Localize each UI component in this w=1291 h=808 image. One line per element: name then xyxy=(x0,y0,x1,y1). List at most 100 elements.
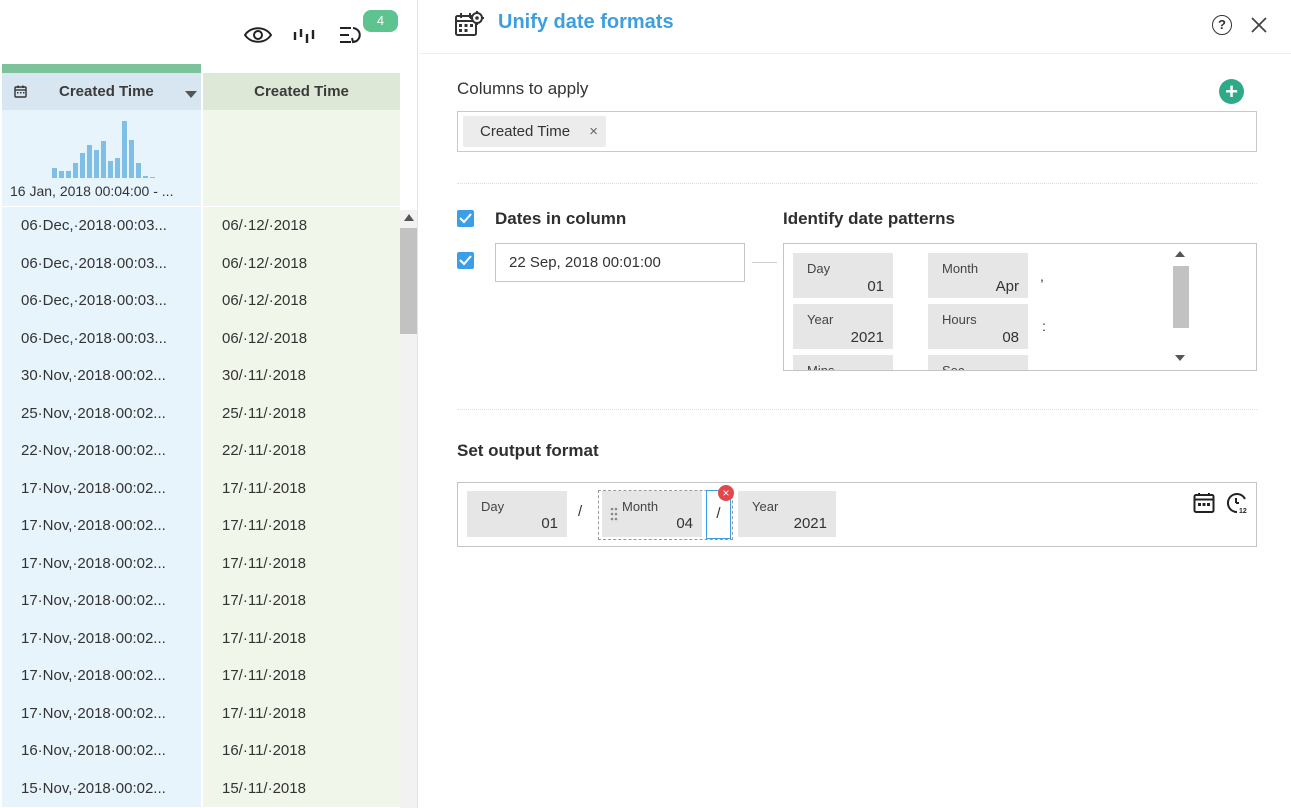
cell-original-date[interactable]: 17·Nov,·2018·00:02... xyxy=(2,619,201,657)
output-separator[interactable]: / xyxy=(578,503,582,520)
column-histogram[interactable]: 16 Jan, 2018 00:04:00 - ... xyxy=(2,110,201,206)
cell-original-date[interactable]: 17·Nov,·2018·00:02... xyxy=(2,657,201,695)
cell-original-date[interactable]: 17·Nov,·2018·00:02... xyxy=(2,469,201,507)
cell-unified-date[interactable]: 17/·11/·2018 xyxy=(203,582,400,620)
pattern-tile-day[interactable]: Day 01 xyxy=(793,253,893,298)
time-format-clock-icon[interactable]: 12 xyxy=(1225,491,1249,520)
data-grid: 4 Created Time Created Time 16 Jan, 2018… xyxy=(0,0,418,808)
sample-date-value[interactable]: 22 Sep, 2018 00:01:00 xyxy=(495,243,745,282)
cell-unified-date[interactable]: 17/·11/·2018 xyxy=(203,694,400,732)
cell-unified-date[interactable]: 06/·12/·2018 xyxy=(203,207,400,245)
table-row[interactable]: 17·Nov,·2018·00:02... 17/·11/·2018 xyxy=(2,469,400,507)
pattern-tile-month[interactable]: Month Apr xyxy=(928,253,1028,298)
eye-icon[interactable] xyxy=(242,22,274,48)
cell-unified-date[interactable]: 17/·11/·2018 xyxy=(203,469,400,507)
cell-original-date[interactable]: 06·Dec,·2018·00:03... xyxy=(2,207,201,245)
sample-date-checkbox[interactable] xyxy=(457,252,474,269)
tile-name: Day xyxy=(807,261,831,276)
cell-original-date[interactable]: 17·Nov,·2018·00:02... xyxy=(2,544,201,582)
date-format-calendar-icon[interactable] xyxy=(1193,492,1215,519)
cell-unified-date[interactable]: 30/·11/·2018 xyxy=(203,357,400,395)
cell-original-date[interactable]: 06·Dec,·2018·00:03... xyxy=(2,244,201,282)
svg-text:12: 12 xyxy=(1239,508,1247,515)
scrollbar-thumb[interactable] xyxy=(400,228,417,334)
remove-separator-icon[interactable]: × xyxy=(718,485,734,501)
pattern-tile-mins[interactable]: Mins xyxy=(793,355,893,371)
table-row[interactable]: 17·Nov,·2018·00:02... 17/·11/·2018 xyxy=(2,694,400,732)
cell-original-date[interactable]: 30·Nov,·2018·00:02... xyxy=(2,357,201,395)
table-row[interactable]: 17·Nov,·2018·00:02... 17/·11/·2018 xyxy=(2,507,400,545)
output-tile-month[interactable]: Month 04 xyxy=(602,491,702,537)
column-chip-label: Created Time xyxy=(480,123,571,140)
cell-original-date[interactable]: 22·Nov,·2018·00:02... xyxy=(2,432,201,470)
tile-value: 2021 xyxy=(793,515,827,532)
table-row[interactable]: 17·Nov,·2018·00:02... 17/·11/·2018 xyxy=(2,544,400,582)
applied-steps-icon[interactable] xyxy=(337,22,365,48)
cell-unified-date[interactable]: 06/·12/·2018 xyxy=(203,282,400,320)
output-format-builder: Day 01 / Month 04 / × Year 2021 12 xyxy=(457,482,1257,547)
cell-unified-date[interactable]: 22/·11/·2018 xyxy=(203,432,400,470)
columns-to-apply-label: Columns to apply xyxy=(457,79,589,98)
cell-unified-date[interactable]: 06/·12/·2018 xyxy=(203,244,400,282)
output-tile-day[interactable]: Day 01 xyxy=(467,491,567,537)
cell-unified-date[interactable]: 17/·11/·2018 xyxy=(203,507,400,545)
cell-original-date[interactable]: 25·Nov,·2018·00:02... xyxy=(2,394,201,432)
table-row[interactable]: 17·Nov,·2018·00:02... 17/·11/·2018 xyxy=(2,657,400,695)
tile-name: Mins xyxy=(807,363,835,371)
pattern-tile-sec[interactable]: Sec xyxy=(928,355,1028,371)
tile-name: Year xyxy=(752,499,779,514)
cell-original-date[interactable]: 17·Nov,·2018·00:02... xyxy=(2,694,201,732)
scroll-down-icon[interactable] xyxy=(1175,355,1185,361)
help-icon[interactable]: ? xyxy=(1212,15,1232,35)
table-row[interactable]: 06·Dec,·2018·00:03... 06/·12/·2018 xyxy=(2,207,400,245)
table-row[interactable]: 22·Nov,·2018·00:02... 22/·11/·2018 xyxy=(2,432,400,470)
cell-unified-date[interactable]: 17/·11/·2018 xyxy=(203,657,400,695)
table-row[interactable]: 06·Dec,·2018·00:03... 06/·12/·2018 xyxy=(2,244,400,282)
date-pattern-box: Day 01 Month Apr , Year 2021 Hours 08 : … xyxy=(783,243,1257,371)
section-divider xyxy=(457,409,1257,410)
column-stats-icon[interactable] xyxy=(292,22,318,48)
cell-unified-date[interactable]: 17/·11/·2018 xyxy=(203,619,400,657)
add-column-button[interactable]: + xyxy=(1219,79,1244,104)
pattern-separator-colon: : xyxy=(1042,318,1046,334)
tile-name: Sec xyxy=(942,363,965,371)
pattern-tile-year[interactable]: Year 2021 xyxy=(793,304,893,349)
table-row[interactable]: 17·Nov,·2018·00:02... 17/·11/·2018 xyxy=(2,582,400,620)
cell-original-date[interactable]: 16·Nov,·2018·00:02... xyxy=(2,732,201,770)
column-header-created-time-unified[interactable]: Created Time xyxy=(203,73,400,110)
scroll-up-icon[interactable] xyxy=(1175,251,1185,257)
cell-unified-date[interactable]: 16/·11/·2018 xyxy=(203,732,400,770)
table-row[interactable]: 16·Nov,·2018·00:02... 16/·11/·2018 xyxy=(2,732,400,770)
cell-original-date[interactable]: 15·Nov,·2018·00:02... xyxy=(2,769,201,807)
column-menu-dropdown[interactable] xyxy=(185,91,197,98)
cell-unified-date[interactable]: 15/·11/·2018 xyxy=(203,769,400,807)
table-row[interactable]: 06·Dec,·2018·00:03... 06/·12/·2018 xyxy=(2,319,400,357)
scroll-up-icon[interactable] xyxy=(404,214,414,221)
column-quality-bar xyxy=(2,64,201,73)
close-icon[interactable] xyxy=(1249,15,1269,35)
output-tile-year[interactable]: Year 2021 xyxy=(738,491,836,537)
tile-name: Day xyxy=(481,499,505,514)
cell-unified-date[interactable]: 17/·11/·2018 xyxy=(203,544,400,582)
cell-unified-date[interactable]: 25/·11/·2018 xyxy=(203,394,400,432)
column-header-created-time[interactable]: Created Time xyxy=(2,73,201,110)
grid-rows: 06·Dec,·2018·00:03... 06/·12/·2018 06·Dec,… xyxy=(2,207,400,808)
table-row[interactable]: 25·Nov,·2018·00:02... 25/·11/·2018 xyxy=(2,394,400,432)
table-row[interactable]: 30·Nov,·2018·00:02... 30/·11/·2018 xyxy=(2,357,400,395)
pattern-tile-hours[interactable]: Hours 08 xyxy=(928,304,1028,349)
table-row[interactable]: 15·Nov,·2018·00:02... 15/·11/·2018 xyxy=(2,769,400,807)
dates-in-column-checkbox[interactable] xyxy=(457,210,474,227)
scrollbar-thumb[interactable] xyxy=(1173,266,1189,328)
cell-original-date[interactable]: 06·Dec,·2018·00:03... xyxy=(2,319,201,357)
table-row[interactable]: 06·Dec,·2018·00:03... 06/·12/·2018 xyxy=(2,282,400,320)
cell-original-date[interactable]: 17·Nov,·2018·00:02... xyxy=(2,582,201,620)
remove-chip-icon[interactable]: × xyxy=(589,116,598,147)
pattern-scrollbar[interactable] xyxy=(1171,246,1189,366)
cell-original-date[interactable]: 17·Nov,·2018·00:02... xyxy=(2,507,201,545)
drag-handle-icon[interactable] xyxy=(610,506,618,524)
grid-vertical-scrollbar[interactable] xyxy=(400,210,417,808)
cell-original-date[interactable]: 06·Dec,·2018·00:03... xyxy=(2,282,201,320)
cell-unified-date[interactable]: 06/·12/·2018 xyxy=(203,319,400,357)
table-row[interactable]: 17·Nov,·2018·00:02... 17/·11/·2018 xyxy=(2,619,400,657)
columns-to-apply-field[interactable]: Created Time × xyxy=(457,111,1257,152)
